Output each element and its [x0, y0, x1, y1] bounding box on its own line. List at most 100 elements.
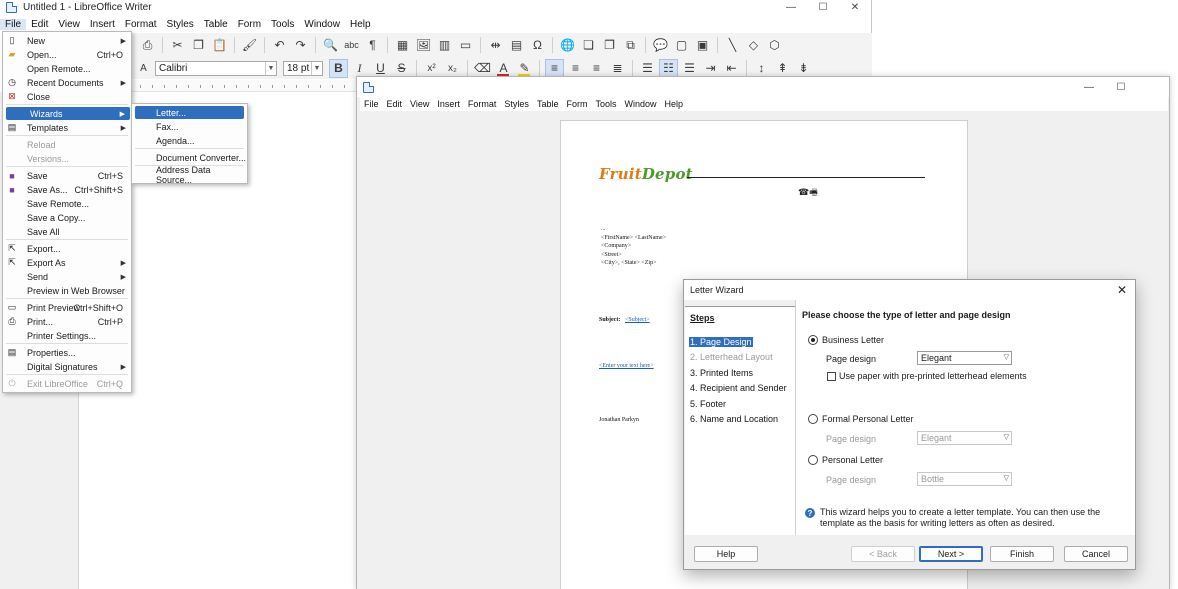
footnote-icon[interactable]: ❏ — [579, 36, 598, 55]
file-menu-print[interactable]: ⎙ Print... Ctrl+P — [3, 315, 131, 328]
menu-view[interactable]: View — [53, 19, 85, 30]
close-icon[interactable] — [1137, 80, 1169, 94]
menu-format[interactable]: Format — [464, 99, 501, 109]
step-name-location[interactable]: 6. Name and Location — [690, 414, 778, 424]
radio-unchecked[interactable] — [808, 414, 818, 424]
minimize-icon[interactable]: — — [1073, 80, 1105, 94]
italic-icon[interactable]: I — [350, 59, 369, 78]
special-character-icon[interactable]: Ω — [528, 36, 547, 55]
step-page-design[interactable]: 1. Page Design — [689, 337, 753, 347]
menu-edit[interactable]: Edit — [383, 99, 407, 109]
radio-checked[interactable] — [808, 335, 818, 345]
menu-styles[interactable]: Styles — [162, 19, 199, 30]
file-menu-close[interactable]: ⊠ Close — [3, 90, 131, 103]
file-menu-wizards[interactable]: Wizards ▶ — [6, 107, 130, 120]
horizontal-ruler[interactable] — [130, 80, 356, 92]
close-icon[interactable]: ✕ — [839, 0, 871, 14]
menu-window[interactable]: Window — [620, 99, 660, 109]
wizard-agenda[interactable]: Agenda... — [132, 134, 247, 147]
header-footer-icon[interactable]: ▣ — [693, 36, 712, 55]
file-menu-save-a-copy[interactable]: Save a Copy... — [3, 211, 131, 224]
undo-icon[interactable]: ↶ — [270, 36, 289, 55]
menu-table[interactable]: Table — [533, 99, 563, 109]
menu-file[interactable]: File — [360, 99, 383, 109]
file-menu-save-all[interactable]: Save All — [3, 225, 131, 238]
menu-format[interactable]: Format — [120, 19, 162, 30]
personal-letter-radio[interactable]: Personal Letter — [808, 455, 883, 465]
next-button[interactable]: Next > — [919, 546, 983, 562]
file-menu-recent-documents[interactable]: ◷ Recent Documents ▶ — [3, 76, 131, 89]
file-menu-new[interactable]: ▯ New ▶ — [3, 34, 131, 47]
line-spacing-icon[interactable]: ↕ — [752, 59, 771, 78]
menu-styles[interactable]: Styles — [500, 99, 533, 109]
underline-icon[interactable]: U — [371, 59, 390, 78]
clear-formatting-icon[interactable]: ⌫ — [473, 59, 492, 78]
font-color-icon[interactable]: A — [494, 59, 513, 78]
chevron-down-icon[interactable]: ▼ — [311, 61, 322, 75]
subject-field[interactable]: <Subject> — [625, 316, 650, 325]
wizard-fax[interactable]: Fax... — [132, 120, 247, 133]
menu-file[interactable]: File — [0, 18, 27, 30]
wizard-address-data-source[interactable]: Address Data Source... — [132, 165, 247, 185]
file-menu-export-as[interactable]: ⇱ Export As ▶ — [3, 256, 131, 269]
menu-form[interactable]: Form — [562, 99, 591, 109]
menu-help[interactable]: Help — [345, 19, 376, 30]
file-menu-printer-settings[interactable]: Printer Settings... — [3, 329, 131, 342]
outline-format-icon[interactable]: ☰ — [680, 59, 699, 78]
file-menu-save-as[interactable]: ■ Save As... Ctrl+Shift+S — [3, 183, 131, 196]
help-button[interactable]: Help — [694, 546, 758, 562]
endnote-icon[interactable]: ❐ — [600, 36, 619, 55]
highlighting-icon[interactable]: ✎ — [515, 59, 534, 78]
insert-table-icon[interactable]: ▦ — [393, 36, 412, 55]
radio-unchecked[interactable] — [808, 455, 818, 465]
ordered-list-icon[interactable]: ☷ — [659, 58, 678, 78]
align-left-icon[interactable]: ≡ — [545, 58, 564, 78]
file-menu-digital-signatures[interactable]: Digital Signatures ▶ — [3, 360, 131, 373]
decrease-paragraph-spacing-icon[interactable]: ⇟ — [794, 59, 813, 78]
minimize-icon[interactable]: — — [775, 0, 807, 14]
file-menu-export[interactable]: ⇱ Export... — [3, 242, 131, 255]
styles-icon[interactable]: A — [134, 59, 153, 78]
increase-paragraph-spacing-icon[interactable]: ⇞ — [773, 59, 792, 78]
paste-icon[interactable]: 📋 — [210, 36, 229, 55]
bookmark-icon[interactable]: ⧉ — [621, 36, 640, 55]
find-replace-icon[interactable]: 🔍 — [321, 36, 340, 55]
file-menu-send[interactable]: Send ▶ — [3, 270, 131, 283]
insert-field-icon[interactable]: ▤ — [507, 36, 526, 55]
decrease-indent-icon[interactable]: ⇤ — [722, 59, 741, 78]
close-icon[interactable]: ✕ — [1117, 283, 1127, 297]
cut-icon[interactable]: ✂ — [168, 36, 187, 55]
menu-view[interactable]: View — [406, 99, 433, 109]
draw-functions-icon[interactable]: ⬡ — [765, 36, 784, 55]
chevron-down-icon[interactable]: ▼ — [265, 61, 276, 75]
track-changes-icon[interactable]: ▢ — [672, 36, 691, 55]
spelling-icon[interactable]: abc — [342, 36, 361, 55]
clone-formatting-icon[interactable]: 🖌 — [240, 36, 259, 55]
maximize-icon[interactable]: ☐ — [1105, 80, 1137, 94]
menu-window[interactable]: Window — [299, 19, 345, 30]
business-letter-radio[interactable]: Business Letter — [808, 335, 884, 345]
insert-textbox-icon[interactable]: ▭ — [456, 36, 475, 55]
file-menu-open[interactable]: ▰ Open... Ctrl+O — [3, 48, 131, 61]
wizard-document-converter[interactable]: Document Converter... — [132, 151, 247, 164]
finish-button[interactable]: Finish — [990, 546, 1054, 562]
checkbox-unchecked[interactable] — [827, 371, 836, 381]
file-menu-templates[interactable]: ▤ Templates ▶ — [3, 121, 131, 134]
bold-icon[interactable]: B — [329, 58, 348, 78]
step-printed-items[interactable]: 3. Printed Items — [690, 368, 753, 378]
justify-icon[interactable]: ≣ — [608, 59, 627, 78]
menu-tools[interactable]: Tools — [266, 19, 299, 30]
maximize-icon[interactable]: ☐ — [807, 0, 839, 14]
step-footer[interactable]: 5. Footer — [690, 399, 726, 409]
hyperlink-icon[interactable]: 🌐 — [558, 36, 577, 55]
line-icon[interactable]: ╲ — [723, 36, 742, 55]
menu-form[interactable]: Form — [233, 19, 266, 30]
formatting-marks-icon[interactable]: ¶ — [363, 36, 382, 55]
formal-personal-letter-radio[interactable]: Formal Personal Letter — [808, 414, 914, 424]
wizard-letter[interactable]: Letter... — [135, 106, 244, 119]
insert-image-icon[interactable]: 🖼 — [414, 36, 433, 55]
basic-shapes-icon[interactable]: ◇ — [744, 36, 763, 55]
menu-insert[interactable]: Insert — [433, 99, 464, 109]
menu-table[interactable]: Table — [199, 19, 233, 30]
page-break-icon[interactable]: ⇹ — [486, 36, 505, 55]
